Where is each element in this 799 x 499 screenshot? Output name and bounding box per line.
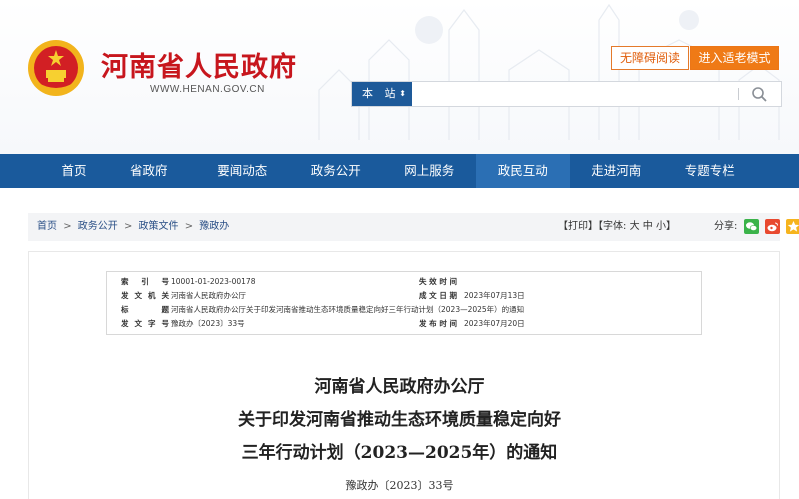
meta-row: 发文字号 豫政办〔2023〕33号 发布时间 2023年07月20日 <box>107 317 701 331</box>
meta-issue-date-value: 2023年07月13日 <box>464 291 525 300</box>
site-header: 河南省人民政府 WWW.HENAN.GOV.CN 无障碍阅读 进入适老模式 本 … <box>0 0 799 154</box>
breadcrumb-government-affairs[interactable]: 政务公开 <box>78 221 118 232</box>
meta-title-label: 标 题 <box>121 305 169 314</box>
meta-issuer-value: 河南省人民政府办公厅 <box>171 291 246 300</box>
national-emblem-icon <box>28 40 84 96</box>
meta-doc-no-value: 豫政办〔2023〕33号 <box>171 319 245 328</box>
font-large-button[interactable]: 大 <box>630 221 640 232</box>
nav-item-special-topics[interactable]: 专题专栏 <box>663 154 757 188</box>
article-tools: 【打印】【字体: 大 中 小】 <box>558 213 676 241</box>
breadcrumb-separator: > <box>63 221 72 232</box>
breadcrumb-separator: > <box>123 221 133 232</box>
meta-title-value: 河南省人民政府办公厅关于印发河南省推动生态环境质量稳定向好三年行动计划（2023… <box>171 305 525 314</box>
nav-item-about-henan[interactable]: 走进河南 <box>570 154 664 188</box>
meta-issue-date-label: 成文日期 <box>419 291 457 300</box>
document-metadata-table: 索 引 号 10001-01-2023-00178 失效时间 发文机关 河南省人… <box>106 271 702 335</box>
document-title-line-1: 河南省人民政府办公厅 <box>314 377 485 397</box>
document-number: 豫政办〔2023〕33号 <box>345 479 454 492</box>
search-divider <box>738 88 739 100</box>
weibo-share-icon[interactable] <box>765 219 780 234</box>
meta-row: 索 引 号 10001-01-2023-00178 失效时间 <box>107 275 701 289</box>
meta-expiry-label: 失效时间 <box>419 277 457 286</box>
meta-publish-date-value: 2023年07月20日 <box>464 319 525 328</box>
main-nav: 首页 省政府 要闻动态 政务公开 网上服务 政民互动 走进河南 专题专栏 <box>0 154 799 188</box>
nav-item-news[interactable]: 要闻动态 <box>196 154 290 188</box>
favorite-star-icon[interactable] <box>786 219 799 234</box>
meta-index-value: 10001-01-2023-00178 <box>171 277 256 286</box>
breadcrumb-yuzhengban[interactable]: 豫政办 <box>199 221 229 232</box>
document-title-line-2: 关于印发河南省推动生态环境质量稳定向好 <box>238 410 561 430</box>
breadcrumb: 首页 > 政务公开 > 政策文件 > 豫政办 <box>37 213 229 241</box>
meta-publish-date-label: 发布时间 <box>419 319 457 328</box>
breadcrumb-bar: 首页 > 政务公开 > 政策文件 > 豫政办 【打印】【字体: 大 中 小】 分… <box>28 213 799 241</box>
font-size-prefix: 【字体: <box>598 221 627 232</box>
meta-row: 标 题 河南省人民政府办公厅关于印发河南省推动生态环境质量稳定向好三年行动计划（… <box>107 303 701 317</box>
meta-issuer-label: 发文机关 <box>121 291 169 300</box>
header-decoration <box>318 3 780 140</box>
search-icon[interactable] <box>750 85 770 103</box>
search-scope-label: 本 站 <box>362 87 400 100</box>
site-domain: WWW.HENAN.GOV.CN <box>150 84 265 95</box>
font-small-button[interactable]: 小 <box>656 221 666 232</box>
print-button[interactable]: 【打印】 <box>558 221 598 232</box>
updown-arrow-icon: ⬍ <box>399 89 406 98</box>
font-size-suffix: 】 <box>665 221 676 232</box>
breadcrumb-separator: > <box>184 221 194 232</box>
meta-row: 发文机关 河南省人民政府办公厅 成文日期 2023年07月13日 <box>107 289 701 303</box>
document-title-line-3: 三年行动计划（2023—2025年）的通知 <box>241 443 558 463</box>
meta-index-label: 索 引 号 <box>121 277 169 286</box>
nav-item-online-services[interactable]: 网上服务 <box>383 154 477 188</box>
meta-doc-no-label: 发文字号 <box>121 319 169 328</box>
accessibility-reading-button[interactable]: 无障碍阅读 <box>611 46 689 70</box>
nav-item-home[interactable]: 首页 <box>46 154 102 188</box>
nav-item-government-affairs[interactable]: 政务公开 <box>289 154 383 188</box>
breadcrumb-policy-documents[interactable]: 政策文件 <box>139 221 179 232</box>
search-input[interactable] <box>412 82 732 106</box>
search-scope-select[interactable]: 本 站 ⬍ <box>352 82 412 106</box>
wechat-share-icon[interactable] <box>744 219 759 234</box>
nav-item-interaction[interactable]: 政民互动 <box>476 154 570 188</box>
font-medium-button[interactable]: 中 <box>643 221 653 232</box>
elder-mode-button[interactable]: 进入适老模式 <box>690 46 779 70</box>
search-box: 本 站 ⬍ <box>351 81 782 107</box>
share-label: 分享: <box>714 221 738 232</box>
breadcrumb-home[interactable]: 首页 <box>37 221 57 232</box>
site-name[interactable]: 河南省人民政府 <box>101 45 297 84</box>
nav-item-provincial-government[interactable]: 省政府 <box>102 154 196 188</box>
